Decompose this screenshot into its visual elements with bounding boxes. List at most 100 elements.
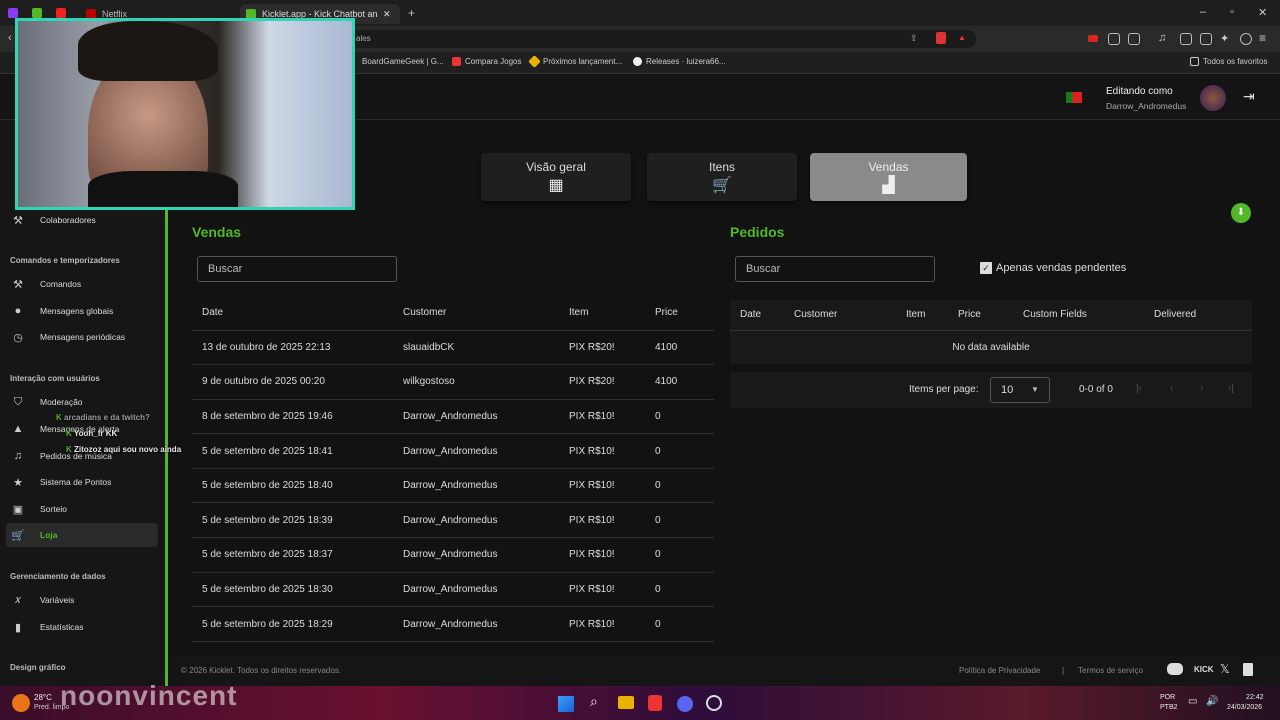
column-header-date[interactable]: Date: [192, 296, 403, 331]
volume-icon[interactable]: 🔊: [1206, 696, 1218, 707]
brave-shield-icon[interactable]: [936, 32, 946, 44]
terms-link[interactable]: Termos de serviço: [1078, 666, 1143, 675]
table-row[interactable]: 5 de setembro de 2025 18:39 Darrow_Androm…: [192, 502, 714, 539]
menu-icon[interactable]: ≡: [1259, 31, 1266, 45]
minimize-icon[interactable]: –: [1200, 6, 1206, 18]
logout-icon[interactable]: ⇥: [1243, 88, 1255, 105]
column-header-date[interactable]: Date: [730, 300, 794, 331]
discord-icon[interactable]: [1167, 663, 1183, 675]
new-tab-icon[interactable]: +: [408, 6, 415, 20]
cell-item: PIX R$20!: [569, 330, 655, 366]
table-row[interactable]: 5 de setembro de 2025 18:29 Darrow_Androm…: [192, 606, 714, 642]
sidebar-item-variaveis[interactable]: 𝑥 Variáveis: [6, 588, 158, 612]
twitch-tab-icon[interactable]: [8, 8, 18, 18]
clock-date[interactable]: 24/03/2026: [1227, 704, 1262, 711]
privacy-link[interactable]: Política de Privacidade: [959, 666, 1040, 675]
sidebar-item-colaboradores[interactable]: ⚒ Colaboradores: [6, 208, 158, 232]
sidebar-item-loja[interactable]: 🛒 Loja: [6, 523, 158, 547]
sidebar-item-comandos[interactable]: ⚒ Comandos: [6, 272, 158, 296]
back-icon[interactable]: ‹: [8, 32, 12, 44]
next-page-icon[interactable]: ›: [1200, 383, 1203, 394]
column-header-item[interactable]: Item: [906, 300, 958, 331]
bookmark-releases[interactable]: Releases · luizera66...: [633, 57, 726, 66]
close-tab-icon[interactable]: ✕: [383, 9, 391, 20]
wallet-icon[interactable]: [1200, 33, 1212, 45]
youtube-tab-icon[interactable]: [56, 8, 66, 18]
table-row[interactable]: 9 de outubro de 2025 00:20 wilkgostoso PIX…: [192, 364, 714, 400]
music-icon[interactable]: ♫: [1158, 32, 1166, 44]
discord-taskbar-icon[interactable]: [677, 696, 693, 712]
sales-search-input[interactable]: Buscar: [197, 256, 397, 282]
tab-itens[interactable]: Itens 🛒: [647, 153, 797, 201]
url-field[interactable]: ales ⇪ ▲: [340, 30, 976, 48]
vpn-icon[interactable]: [1240, 33, 1252, 45]
app-icon[interactable]: [706, 695, 722, 711]
share-icon[interactable]: ⇪: [910, 33, 918, 44]
kick-icon[interactable]: KICK: [1194, 665, 1214, 674]
column-header-custom-fields[interactable]: Custom Fields: [1023, 300, 1154, 331]
portugal-flag-icon[interactable]: [1066, 92, 1082, 103]
youtube-extension-icon[interactable]: [1088, 35, 1098, 42]
network-icon[interactable]: ▭: [1188, 696, 1197, 707]
download-icon[interactable]: ⬇: [1231, 203, 1251, 223]
document-icon[interactable]: [1243, 663, 1253, 676]
rewards-icon[interactable]: ▲: [958, 33, 966, 42]
tab-vendas[interactable]: Vendas ▟: [810, 153, 967, 201]
keyboard-layout[interactable]: PTB2: [1160, 704, 1178, 711]
column-header-price[interactable]: Price: [655, 296, 714, 331]
items-per-page-select[interactable]: 10 ▼: [990, 377, 1050, 403]
streamer-hair: [78, 21, 218, 81]
editing-as-label: Editando como: [1106, 86, 1173, 97]
search-icon[interactable]: ⌕: [590, 693, 598, 710]
column-header-price[interactable]: Price: [958, 300, 1023, 331]
previous-page-icon[interactable]: ‹: [1170, 383, 1173, 394]
kick-tab-icon[interactable]: [32, 8, 42, 18]
cell-customer: wilkgostoso: [403, 364, 569, 400]
ai-icon[interactable]: ✦: [1220, 32, 1229, 45]
windows-start-icon[interactable]: [558, 696, 574, 712]
language-indicator[interactable]: POR: [1160, 694, 1175, 701]
cell-price: 0: [655, 468, 714, 504]
column-header-customer[interactable]: Customer: [794, 300, 906, 331]
pending-only-checkbox[interactable]: ✓ Apenas vendas pendentes: [980, 262, 1126, 274]
orders-search-input[interactable]: Buscar: [735, 256, 935, 282]
sidebar-item-mensagens-periodicas[interactable]: ◷ Mensagens periódicas: [6, 325, 158, 349]
cell-item: PIX R$10!: [569, 433, 655, 469]
clock-time[interactable]: 22:42: [1246, 694, 1264, 701]
music-icon: ♫: [13, 450, 23, 462]
sidebar-item-sistema-pontos[interactable]: ★ Sistema de Pontos: [6, 470, 158, 494]
sidebar-item-estatisticas[interactable]: ▮ Estatísticas: [6, 615, 158, 639]
table-row[interactable]: 5 de setembro de 2025 18:40 Darrow_Androm…: [192, 468, 714, 504]
tab-visao-geral[interactable]: Visão geral ▦: [481, 153, 631, 201]
column-header-delivered[interactable]: Delivered: [1154, 300, 1252, 331]
table-row[interactable]: 5 de setembro de 2025 18:30 Darrow_Androm…: [192, 572, 714, 608]
table-row[interactable]: 5 de setembro de 2025 18:37 Darrow_Androm…: [192, 537, 714, 573]
weather-icon[interactable]: [12, 694, 30, 712]
bookmark-proximos-lancamentos[interactable]: Próximos lançament...: [528, 55, 622, 68]
first-page-icon[interactable]: |‹: [1136, 383, 1142, 394]
table-row[interactable]: 13 de outubro de 2025 22:13 slauaidbCK PIX…: [192, 330, 714, 366]
cell-item: PIX R$10!: [569, 606, 655, 642]
avatar[interactable]: [1200, 85, 1226, 111]
bookmark-boardgamegeek[interactable]: BoardGameGeek | G...: [362, 57, 444, 66]
sidebar-item-moderacao[interactable]: ⛉ Moderação: [6, 390, 158, 414]
table-row[interactable]: 8 de setembro de 2025 19:46 Darrow_Androm…: [192, 399, 714, 435]
all-favorites[interactable]: Todos os favoritos: [1190, 57, 1267, 66]
extensions-icon[interactable]: [1108, 33, 1120, 45]
screenshot-icon[interactable]: [1128, 33, 1140, 45]
cell-price: 0: [655, 502, 714, 539]
file-explorer-icon[interactable]: [618, 696, 634, 709]
maximize-icon[interactable]: ▫: [1230, 6, 1234, 18]
cell-customer: Darrow_Andromedus: [403, 606, 569, 642]
column-header-item[interactable]: Item: [569, 296, 655, 331]
sidebar-toggle-icon[interactable]: [1180, 33, 1192, 45]
bookmark-compara-jogos[interactable]: Compara Jogos: [452, 57, 521, 66]
sidebar-item-sorteio[interactable]: ▣ Sorteio: [6, 497, 158, 521]
close-window-icon[interactable]: ✕: [1258, 6, 1267, 19]
table-row[interactable]: 5 de setembro de 2025 18:41 Darrow_Androm…: [192, 433, 714, 469]
x-icon[interactable]: 𝕏: [1220, 662, 1230, 676]
last-page-icon[interactable]: ›|: [1228, 383, 1234, 394]
column-header-customer[interactable]: Customer: [403, 296, 569, 331]
brave-browser-icon[interactable]: [648, 695, 662, 711]
sidebar-item-mensagens-globais[interactable]: ● Mensagens globais: [6, 299, 158, 323]
